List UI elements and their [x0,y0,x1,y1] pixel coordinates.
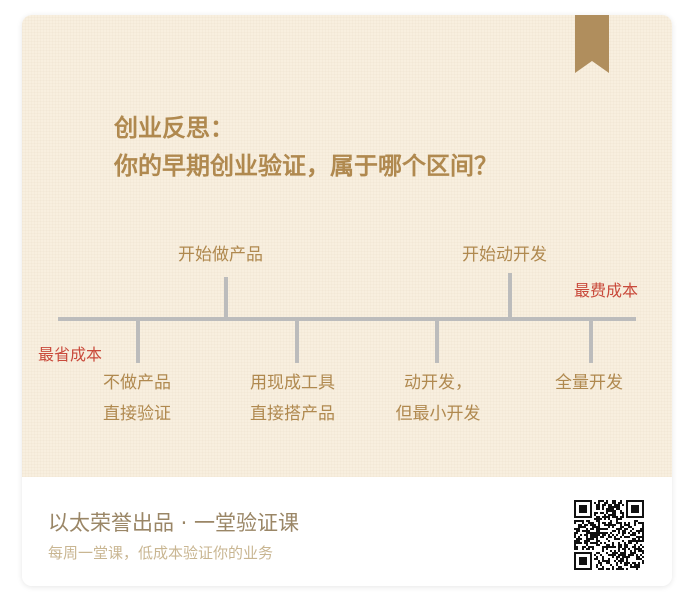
label-ready-tools-line2: 直接搭产品 [250,404,335,424]
tick-down-3 [435,319,439,363]
tick-down-4 [589,319,593,363]
label-no-product-line2: 直接验证 [103,404,171,424]
label-start-product: 开始做产品 [178,245,263,265]
tick-down-2 [295,319,299,363]
label-ready-tools-line1: 用现成工具 [250,373,335,393]
page-title: 创业反思： 你的早期创业验证，属于哪个区间？ [114,109,498,185]
footer-title: 以太荣誉出品 · 一堂验证课 [48,511,300,535]
paper-background: 创业反思： 你的早期创业验证，属于哪个区间？ 开始做产品 开始动开发 最省成本 … [22,15,672,477]
footer: 以太荣誉出品 · 一堂验证课 每周一堂课，低成本验证你的业务 [22,477,672,586]
timeline-axis [58,317,636,321]
label-full-dev: 全量开发 [555,368,623,399]
label-minimal-dev: 动开发， 但最小开发 [386,368,490,430]
label-ready-tools: 用现成工具 直接搭产品 [250,368,335,430]
poster-card: 创业反思： 你的早期创业验证，属于哪个区间？ 开始做产品 开始动开发 最省成本 … [22,15,672,586]
label-full-dev-line1: 全量开发 [555,373,623,393]
label-highest-cost: 最费成本 [574,281,639,300]
label-minimal-dev-line2: 但最小开发 [395,404,481,424]
bookmark-ribbon-icon [575,15,609,73]
tick-up-2 [508,273,512,319]
label-start-dev: 开始动开发 [462,245,547,265]
footer-subtitle: 每周一堂课，低成本验证你的业务 [48,544,274,562]
tick-down-1 [136,319,140,363]
qr-code-icon[interactable] [574,500,644,570]
title-line-1: 创业反思： [114,114,234,142]
title-line-2: 你的早期创业验证，属于哪个区间？ [114,152,498,180]
label-minimal-dev-line1: 动开发， [404,373,472,393]
label-no-product-line1: 不做产品 [103,373,171,393]
label-lowest-cost: 最省成本 [38,345,103,364]
label-no-product: 不做产品 直接验证 [103,368,171,430]
tick-up-1 [224,277,228,319]
